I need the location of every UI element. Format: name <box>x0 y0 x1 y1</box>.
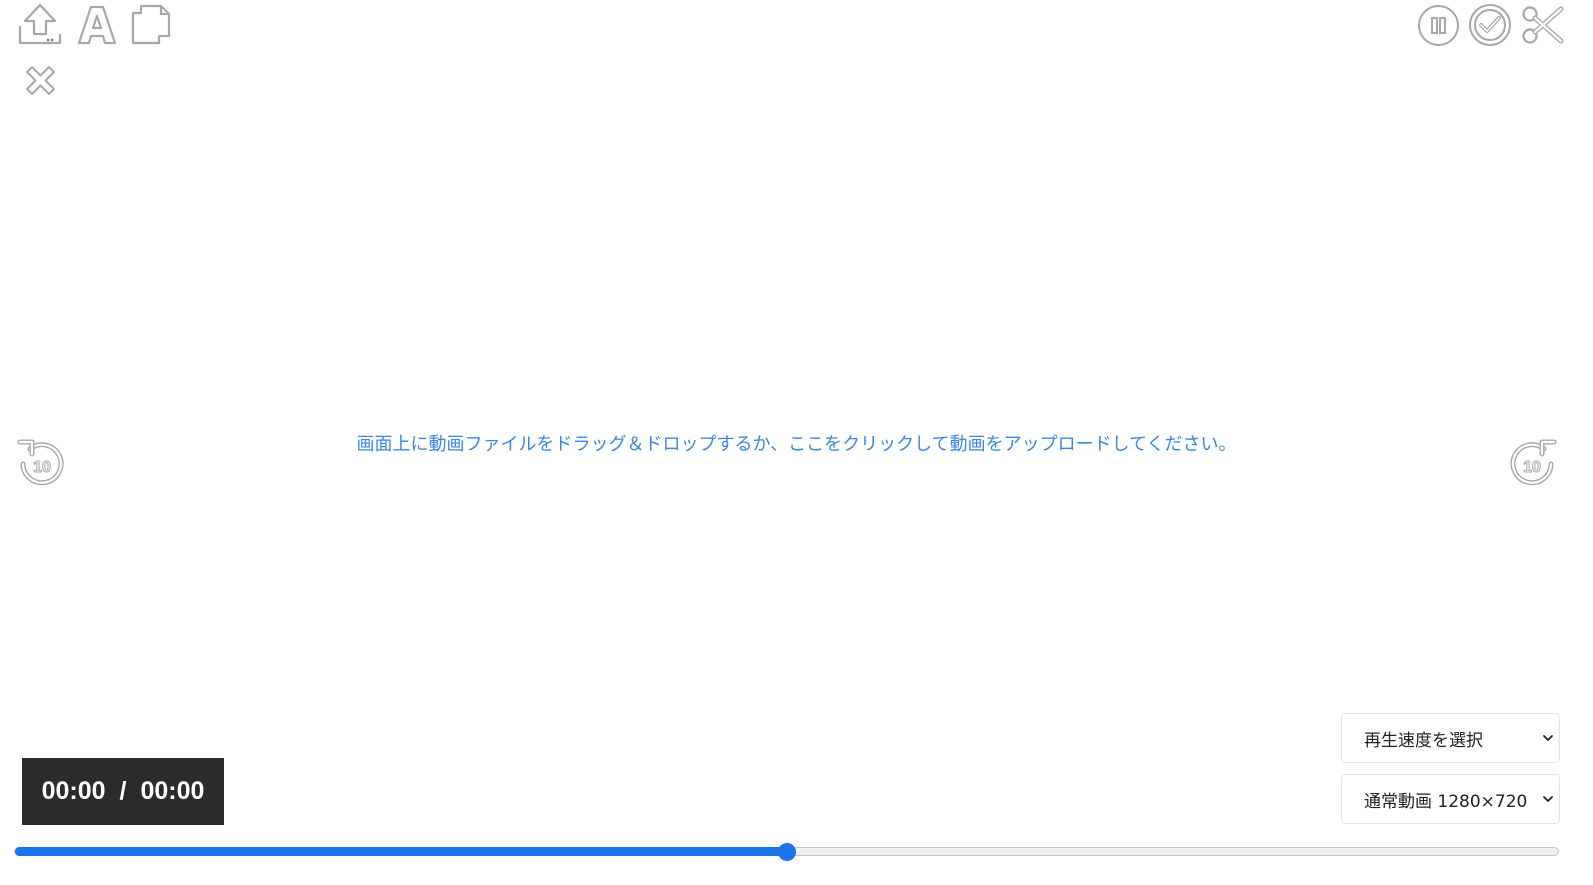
time-separator: / <box>119 777 127 805</box>
seek-bar[interactable] <box>14 842 1559 861</box>
time-display: 00:00 / 00:00 <box>22 758 224 825</box>
chevron-down-icon <box>1543 735 1553 741</box>
seek-bar-progress <box>15 847 787 856</box>
current-time: 00:00 <box>41 777 106 805</box>
rewind-10-icon[interactable]: 10 <box>17 438 67 488</box>
forward-10-icon[interactable]: 10 <box>1507 438 1557 488</box>
resolution-value: 通常動画 1280×720 <box>1364 791 1528 812</box>
copy-icon[interactable] <box>131 3 171 45</box>
total-time: 00:00 <box>140 777 205 805</box>
seek-bar-thumb[interactable] <box>777 842 796 861</box>
check-icon[interactable] <box>1468 3 1512 47</box>
scissors-icon[interactable] <box>1521 5 1564 45</box>
video-editor: 画面上に動画ファイルをドラッグ＆ドロップするか、ここをクリックして動画をアップロ… <box>0 0 1593 885</box>
playback-speed-select[interactable]: 再生速度を選択 <box>1341 713 1560 763</box>
upload-hint-link[interactable]: 画面上に動画ファイルをドラッグ＆ドロップするか、ここをクリックして動画をアップロ… <box>0 430 1593 456</box>
close-icon[interactable] <box>24 64 57 97</box>
playback-speed-value: 再生速度を選択 <box>1364 730 1483 751</box>
forward-label: 10 <box>1523 459 1541 476</box>
pause-icon[interactable] <box>1417 4 1460 47</box>
upload-icon[interactable] <box>18 3 62 45</box>
resolution-select[interactable]: 通常動画 1280×720 <box>1341 774 1560 824</box>
chevron-down-icon <box>1543 796 1553 802</box>
text-icon[interactable] <box>77 5 117 45</box>
rewind-label: 10 <box>33 459 51 476</box>
